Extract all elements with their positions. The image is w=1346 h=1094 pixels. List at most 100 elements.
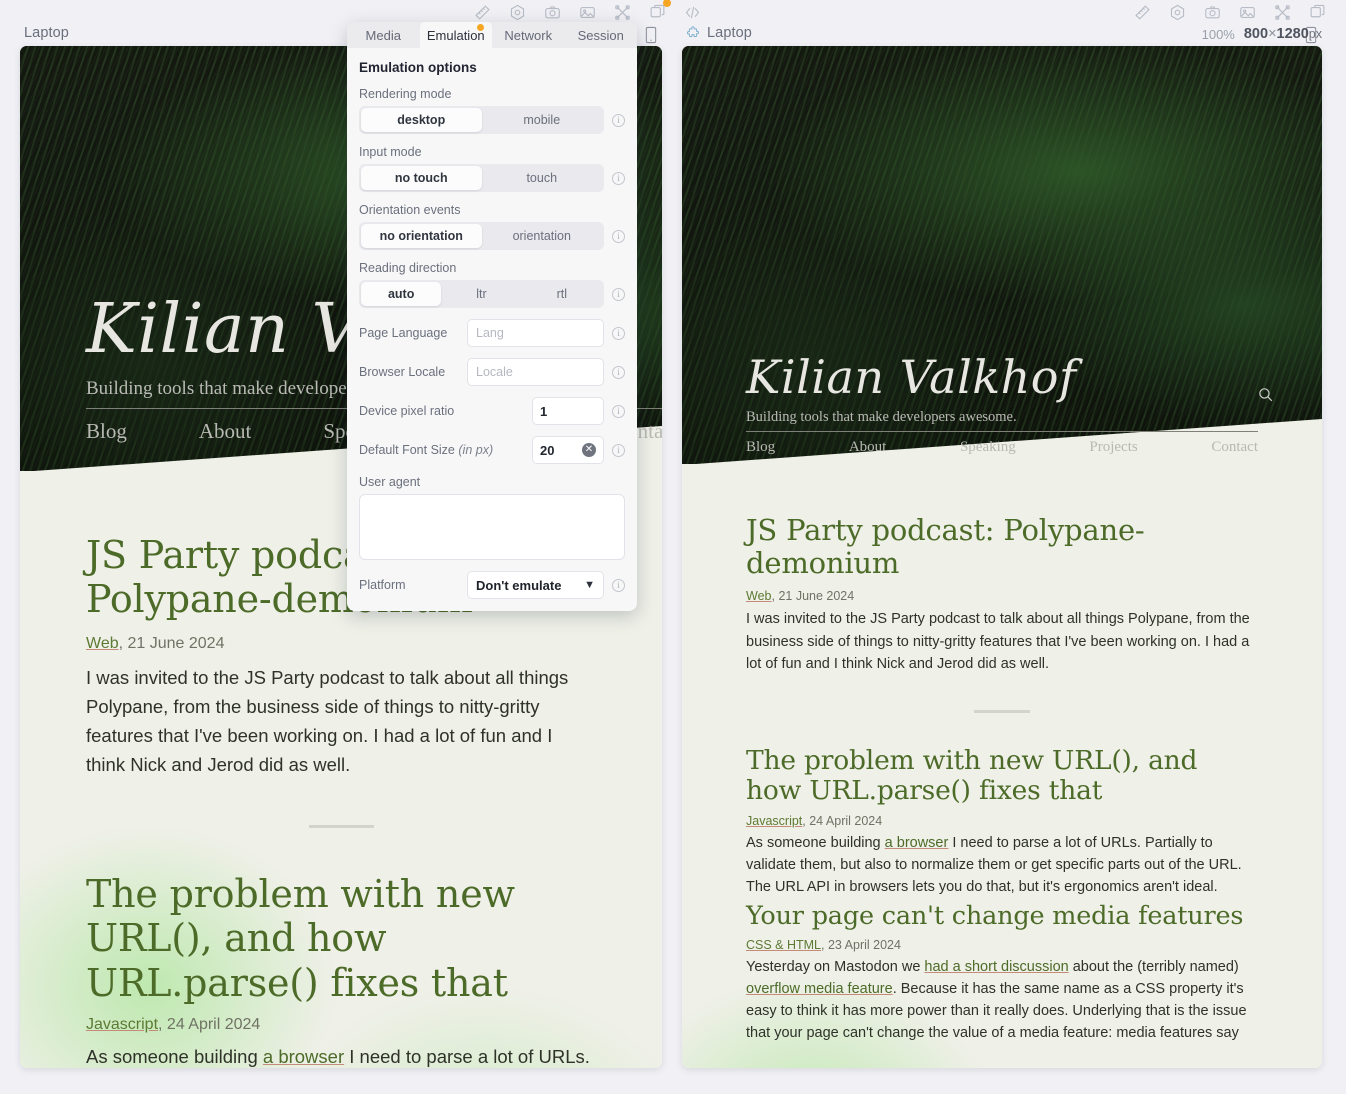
image-icon[interactable] (577, 2, 597, 22)
browser-locale-row: Browser Locale Locale i (359, 358, 625, 386)
info-icon[interactable]: i (612, 229, 625, 243)
copy-panes-icon[interactable] (647, 0, 671, 22)
excerpt-text: As someone building (746, 834, 885, 851)
info-icon[interactable]: i (612, 113, 625, 127)
panel-right-meta: 100% 800×1280px (1202, 26, 1322, 42)
target-icon[interactable] (507, 2, 527, 22)
camera-icon[interactable] (1202, 2, 1222, 22)
post-title[interactable]: JS Party podcast: Polypane-demonium (746, 513, 1258, 580)
post-item: The problem with new URL(), and how URL.… (86, 872, 596, 1068)
orientation-no-orientation[interactable]: no orientation (361, 224, 482, 248)
viewport-dimensions[interactable]: 800×1280px (1244, 26, 1322, 42)
info-icon[interactable]: i (612, 578, 625, 592)
image-icon[interactable] (1237, 2, 1257, 22)
browser-locale-label: Browser Locale (359, 365, 446, 379)
rendering-mode-mobile[interactable]: mobile (482, 108, 603, 132)
input-mode-segmented[interactable]: no touch touch (359, 164, 604, 192)
post-category[interactable]: Web (746, 589, 771, 603)
tab-emulation[interactable]: Emulation (419, 22, 492, 48)
ruler-icon[interactable] (1132, 2, 1152, 22)
info-icon[interactable]: i (612, 443, 625, 457)
input-mode-touch[interactable]: touch (482, 166, 603, 190)
excerpt-link[interactable]: had a short discussion (924, 959, 1068, 975)
device-pixel-ratio-row: Device pixel ratio 1 i (359, 397, 625, 425)
code-icon[interactable] (1342, 2, 1346, 22)
reading-direction-row: auto ltr rtl i (359, 280, 625, 308)
post-category[interactable]: Javascript (86, 1016, 158, 1033)
nav-about[interactable]: About (849, 439, 887, 456)
meta-sep: , (821, 938, 828, 953)
info-icon[interactable]: i (612, 287, 625, 301)
reading-direction-rtl[interactable]: rtl (522, 282, 602, 306)
panel-label-right[interactable]: Laptop (686, 25, 752, 41)
target-icon[interactable] (1167, 2, 1187, 22)
default-font-size-label: Default Font Size (in px) (359, 443, 524, 457)
nav-blog[interactable]: Blog (746, 439, 775, 456)
nav-speaking[interactable]: Speaking (960, 439, 1016, 456)
tab-session[interactable]: Session (565, 22, 638, 48)
post-category[interactable]: CSS & HTML (746, 938, 821, 952)
post-title[interactable]: Your page can't change media features (746, 901, 1258, 931)
reading-direction-auto[interactable]: auto (361, 282, 442, 306)
reading-direction-ltr[interactable]: ltr (441, 282, 521, 306)
viewport-panel-right[interactable]: Kilian Valkhof Building tools that make … (682, 46, 1322, 1068)
orientation-events-label: Orientation events (359, 203, 461, 217)
nav-blog[interactable]: Blog (86, 419, 127, 444)
platform-label: Platform (359, 578, 406, 592)
nav-about[interactable]: About (199, 419, 252, 444)
post-date: 21 June 2024 (127, 634, 225, 652)
nav-contact[interactable]: Contact (1211, 439, 1258, 456)
tools-icon[interactable] (612, 2, 632, 22)
panel-label-left[interactable]: Laptop (24, 25, 69, 41)
post-title[interactable]: The problem with new URL(), and how URL.… (746, 745, 1258, 806)
default-font-size-label-text: Default Font Size (359, 443, 455, 457)
info-icon[interactable]: i (612, 326, 625, 340)
post-divider (308, 825, 374, 829)
post-category[interactable]: Web (86, 635, 119, 652)
meta-sep: , (158, 1016, 167, 1034)
info-icon[interactable]: i (612, 171, 625, 185)
rendering-mode-segmented[interactable]: desktop mobile (359, 106, 604, 134)
orientation-events-row: no orientation orientation i (359, 222, 625, 250)
site-tagline: Building tools that make developers awes… (746, 409, 1017, 425)
copy-panes-icon[interactable] (1307, 2, 1327, 22)
user-agent-textarea[interactable] (359, 494, 625, 560)
camera-icon[interactable] (542, 2, 562, 22)
browser-locale-input[interactable]: Locale (467, 358, 604, 386)
excerpt-link[interactable]: a browser (885, 835, 949, 851)
tab-label: Emulation (426, 27, 485, 43)
info-icon[interactable]: i (612, 365, 625, 379)
device-pixel-ratio-input[interactable]: 1 (532, 397, 604, 425)
post-item: JS Party podcast: Polypane-demonium Web,… (746, 513, 1258, 676)
viewport-width: 800 (1243, 26, 1269, 42)
orientation-events-segmented[interactable]: no orientation orientation (359, 222, 604, 250)
tab-network[interactable]: Network (492, 22, 565, 48)
excerpt-link[interactable]: overflow media feature (746, 981, 893, 997)
ruler-icon[interactable] (472, 2, 492, 22)
post-meta: Web, 21 June 2024 (86, 635, 596, 653)
excerpt-link[interactable]: a browser (263, 1046, 344, 1067)
zoom-level[interactable]: 100% (1202, 27, 1235, 42)
page-language-input[interactable]: Lang (467, 319, 604, 347)
tab-media[interactable]: Media (347, 22, 420, 48)
post-title[interactable]: The problem with new URL(), and how URL.… (86, 872, 596, 1005)
info-icon[interactable]: i (612, 404, 625, 418)
rendering-mode-desktop[interactable]: desktop (361, 108, 482, 132)
platform-select[interactable]: Don't emulate ▼ (467, 571, 604, 599)
input-mode-no-touch[interactable]: no touch (361, 166, 482, 190)
nav-projects[interactable]: Projects (1089, 439, 1137, 456)
toolbar-left (472, 0, 702, 22)
default-font-size-input[interactable]: 20 ✕ (532, 436, 604, 464)
post-category[interactable]: Javascript (746, 814, 802, 828)
orientation-orientation[interactable]: orientation (482, 224, 603, 248)
post-meta: Web, 21 June 2024 (746, 589, 1258, 603)
dim-unit: px (1308, 27, 1322, 41)
code-icon[interactable] (682, 2, 702, 22)
tools-icon[interactable] (1272, 2, 1292, 22)
reading-direction-segmented[interactable]: auto ltr rtl (359, 280, 604, 308)
site-wordmark: Kilian Valkhof (746, 350, 1077, 404)
page-language-label: Page Language (359, 326, 448, 340)
panel-right-title: Laptop (707, 25, 752, 41)
default-font-size-row: Default Font Size (in px) 20 ✕ i (359, 436, 625, 464)
clear-icon[interactable]: ✕ (582, 443, 596, 457)
